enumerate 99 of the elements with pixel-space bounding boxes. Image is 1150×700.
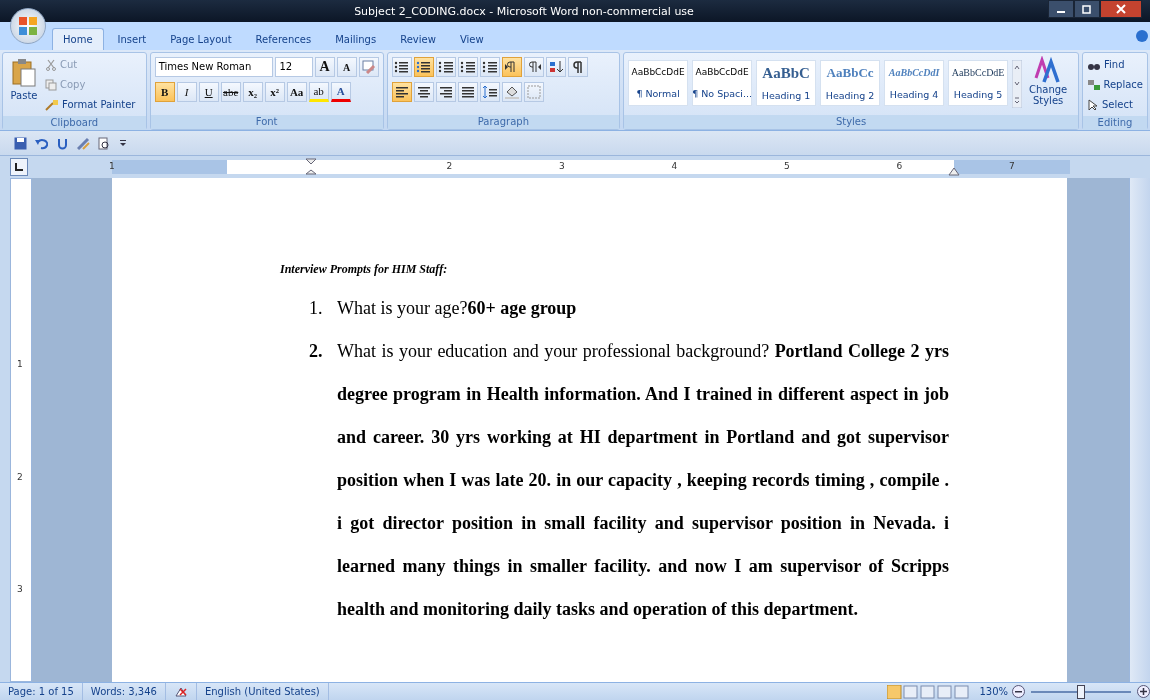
format-button[interactable]: I [176,82,197,102]
question-text: What is your education and your professional background? Portland College 2 yrs degree program in Health information. And I trained in different aspect in job and career. 30 yrs working at HI department in Portland and got supervisor position when I was late 20. in our capacity , keeping records timing , compile . i got director position in small facility and supervisor position in Nevada. i learned many things in smaller facility. and now I am supervisor of Scripps health and monitoring daily tasks and operation of this department. [337,340,949,621]
close-icon [1116,4,1126,14]
replace-icon [1087,78,1101,91]
clipboard-icon [12,58,36,88]
ribbon-tab[interactable]: Home [52,28,104,50]
change-styles-button[interactable]: Change Styles [1026,56,1071,112]
ribbon-tab[interactable]: Page Layout [160,28,242,50]
horizontal-ruler[interactable]: 1 2 3 4 5 6 7 [112,160,1070,174]
office-logo [16,14,40,38]
restore-button[interactable] [1074,0,1100,18]
group-label: Font [150,115,383,129]
style-swatch[interactable]: AaBbCcDdE ¶ No Spaci... [692,60,753,106]
window-title: Subject 2_CODING.docx - Microsoft Word non-commercial use [353,4,695,18]
format-button[interactable]: Aa [286,82,307,102]
language-label[interactable]: English (United States) [196,683,329,700]
format-button[interactable]: B [154,82,175,102]
zoom-out-button[interactable] [1012,685,1025,698]
font-name-field[interactable]: Times New Roman [154,57,274,77]
left-icon[interactable] [391,82,412,102]
format-button[interactable]: A [330,82,351,102]
ribbon-tab[interactable]: Review [390,28,446,50]
ruler-number: 2 [17,471,23,482]
zoom-slider-thumb[interactable] [1077,684,1085,699]
ruler-number: 1 [109,161,115,171]
save-icon[interactable] [14,136,27,150]
replace-button[interactable]: Replace [1087,76,1143,93]
customize-icon[interactable] [119,138,127,148]
ribbon-tab[interactable]: Insert [107,28,157,50]
multilevel-icon[interactable] [435,57,456,77]
format-button[interactable]: U [198,82,219,102]
rtl-icon[interactable] [523,57,544,77]
question-text: What is your age?60+ age group [337,297,578,320]
bullets-icon[interactable] [391,57,412,77]
format-button[interactable]: x₂ [242,82,263,102]
shrink-font-button[interactable]: A [336,57,357,77]
format-button[interactable]: abe [220,82,241,102]
tab-selector-icon[interactable] [10,158,28,176]
ruler-number: 5 [784,161,790,171]
find-button[interactable]: Find [1087,56,1143,73]
paste-button[interactable]: Paste [7,56,41,113]
print-preview-icon[interactable] [98,136,111,150]
ruler-number: 7 [1009,161,1015,171]
clear-formatting-icon[interactable] [358,57,379,77]
sort-icon[interactable] [545,57,566,77]
spacing-icon[interactable] [479,82,500,102]
indent-icon[interactable] [479,57,500,77]
font-size-field[interactable]: 12 [275,57,313,77]
style-swatch[interactable]: AaBbCcDdI Heading 4 [884,60,945,106]
right-icon[interactable] [435,82,456,102]
help-icon[interactable] [1136,30,1148,42]
ruler-number: 3 [17,584,23,594]
center-icon[interactable] [413,82,434,102]
undo-icon[interactable] [35,136,48,150]
word-count[interactable]: Words: 3,346 [82,683,166,700]
style-swatch[interactable]: AaBbCcDdE Heading 5 [948,60,1009,106]
justify-icon[interactable] [457,82,478,102]
ruler-number: 1 [17,359,23,369]
cursor-icon [1087,98,1099,111]
group-label: Paragraph [387,115,620,129]
ruler-number: 6 [896,161,903,171]
ribbon-tab[interactable]: View [449,28,494,50]
document-heading: Interview Prompts for HIM Staff: [280,262,449,277]
office-button[interactable] [10,8,46,44]
group-label: Clipboard [3,116,146,130]
minimize-icon [1057,11,1065,13]
brush-icon [45,98,59,111]
ruler-number: 4 [671,161,678,171]
group-label: Editing [1083,116,1147,130]
list-number: 1. [309,297,324,320]
ltr-icon[interactable] [501,57,522,77]
style-swatch[interactable]: AaBbCcDdE ¶ Normal [628,60,689,106]
marks-icon[interactable] [567,57,588,77]
page-count[interactable]: Page: 1 of 15 [0,683,83,700]
format-button[interactable]: x² [264,82,285,102]
list-number: 2. [309,340,324,363]
copy-icon [45,78,57,91]
format-painter-button[interactable]: Format Painter [45,96,136,113]
format-button[interactable]: ab [308,82,329,102]
minimize-button[interactable] [1048,0,1074,18]
indent-marker-icon [305,158,317,178]
style-swatch[interactable]: AaBbC Heading 1 [756,60,817,106]
shading-icon[interactable] [501,82,522,102]
scissors-icon [45,58,57,71]
grow-font-button[interactable]: A [314,57,335,77]
style-swatch[interactable]: AaBbCc Heading 2 [820,60,881,106]
spelling-icon[interactable] [77,136,90,150]
ruler-number: 2 [446,161,453,171]
outdent-icon[interactable] [457,57,478,77]
ribbon-tab[interactable]: Mailings [325,28,387,50]
zoom-level[interactable]: 130% [979,686,1008,697]
ruler-number: 3 [559,161,565,171]
numbering-icon[interactable] [413,57,434,77]
close-button[interactable] [1100,0,1142,18]
select-button[interactable]: Select [1087,96,1143,113]
zoom-in-button[interactable] [1137,685,1150,698]
group-label: Styles [624,115,1078,129]
ribbon-tab[interactable]: References [245,28,322,50]
restore-icon [1082,4,1092,14]
